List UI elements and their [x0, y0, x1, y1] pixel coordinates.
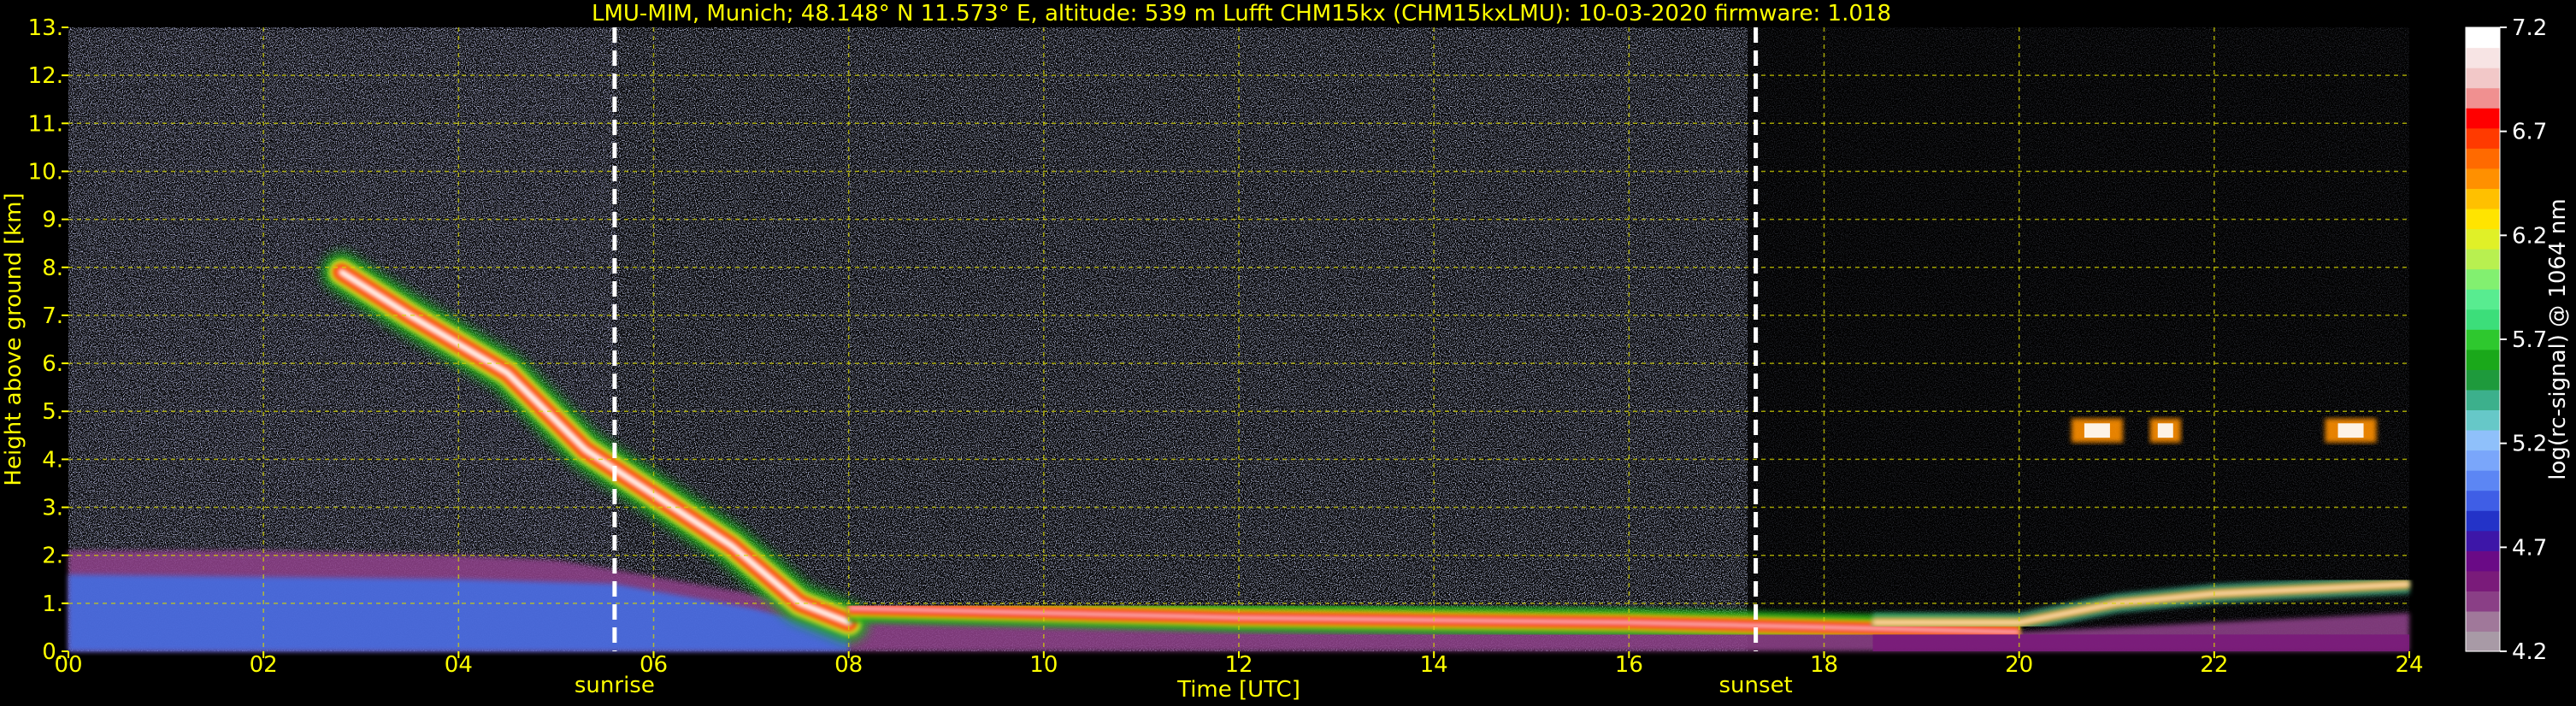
x-tick-label: 02 [250, 652, 278, 678]
colorbar-swatch [2466, 409, 2500, 431]
y-tick-label: 0. [42, 639, 63, 665]
colorbar-tick-label: 5.2 [2512, 432, 2547, 457]
mid-cloud-core [2157, 423, 2173, 438]
colorbar-label: log(rc-signal) @ 1064 nm [2545, 198, 2571, 479]
y-tick-label: 13. [28, 15, 63, 41]
x-tick-label: 10 [1029, 652, 1058, 678]
plot-area [68, 27, 2410, 651]
colorbar-swatch [2466, 27, 2500, 49]
x-tick-label: 12 [1224, 652, 1253, 678]
colorbar-swatch [2466, 127, 2500, 149]
colorbar-tick-label: 7.2 [2512, 15, 2547, 41]
x-tick-label: 24 [2395, 652, 2423, 678]
x-tick-label: 18 [1810, 652, 1838, 678]
colorbar-swatch [2466, 550, 2500, 572]
colorbar-swatch [2466, 490, 2500, 511]
y-tick-label: 1. [42, 591, 63, 617]
y-tick-label: 2. [42, 544, 63, 569]
colorbar-tick-label: 5.7 [2512, 327, 2547, 353]
colorbar-swatch [2466, 450, 2500, 471]
mid-cloud-core [2084, 423, 2110, 438]
x-tick-label: 22 [2200, 652, 2228, 678]
colorbar-swatch [2466, 168, 2500, 189]
y-axis-ticks: 0. 1. 2. 3. 4. 5. 6. 7. 8. 9. 10. 11. 12. 13. [28, 15, 68, 665]
x-tick-label: 16 [1615, 652, 1643, 678]
colorbar-swatch [2466, 309, 2500, 330]
colorbar-swatch [2466, 68, 2500, 89]
colorbar-tick-label: 4.2 [2512, 639, 2547, 665]
x-tick-label: 14 [1420, 652, 1448, 678]
colorbar-swatch [2466, 289, 2500, 310]
colorbar-swatch [2466, 228, 2500, 250]
sun-marker-label: sunset [1719, 673, 1793, 698]
y-tick-label: 11. [28, 111, 63, 137]
y-tick-label: 9. [42, 208, 63, 233]
colorbar-swatch [2466, 570, 2500, 591]
y-tick-label: 3. [42, 496, 63, 521]
ceilometer-chart: LMU-MIM, Munich; 48.148° N 11.573° E, al… [1, 1, 2571, 703]
colorbar-tick-label: 4.7 [2512, 535, 2547, 561]
x-axis-ticks: 00 02 04 06 08 10 12 14 16 18 20 22 24 [54, 651, 2424, 678]
colorbar-swatch [2466, 188, 2500, 209]
y-tick-label: 7. [42, 303, 63, 329]
x-tick-label: 08 [834, 652, 863, 678]
y-tick-label: 8. [42, 256, 63, 281]
colorbar-swatch [2466, 610, 2500, 632]
y-tick-label: 10. [28, 159, 63, 185]
colorbar-swatch [2466, 47, 2500, 68]
y-tick-label: 4. [42, 447, 63, 473]
y-tick-label: 6. [42, 351, 63, 377]
colorbar-swatch [2466, 208, 2500, 230]
x-tick-label: 20 [2005, 652, 2033, 678]
x-tick-label: 04 [445, 652, 473, 678]
evening-surface-layer [1872, 634, 2409, 651]
y-axis-label: Height above ground [km] [1, 192, 27, 485]
colorbar-swatch [2466, 429, 2500, 451]
x-axis-label: Time [UTC] [1176, 677, 1300, 703]
colorbar-swatch [2466, 470, 2500, 491]
mid-cloud-core [2337, 423, 2364, 438]
colorbar-swatch [2466, 108, 2500, 129]
y-tick-label: 12. [28, 63, 63, 89]
sun-marker-label: sunrise [575, 673, 655, 698]
colorbar-swatch [2466, 148, 2500, 169]
colorbar-swatch [2466, 87, 2500, 109]
colorbar-swatch [2466, 530, 2500, 551]
night-mask-evening [1748, 27, 2409, 651]
colorbar-swatch [2466, 631, 2500, 652]
colorbar-tick-label: 6.2 [2512, 223, 2547, 249]
colorbar-swatch [2466, 329, 2500, 350]
colorbar-swatch [2466, 249, 2500, 270]
colorbar-swatch [2466, 591, 2500, 612]
colorbar-swatch [2466, 369, 2500, 391]
y-tick-label: 5. [42, 399, 63, 425]
colorbar-swatch [2466, 349, 2500, 370]
chart-title: LMU-MIM, Munich; 48.148° N 11.573° E, al… [592, 1, 1891, 26]
colorbar: 4.2 4.7 5.2 5.7 6.2 6.7 7.2 [2465, 15, 2547, 665]
colorbar-swatch [2466, 510, 2500, 532]
colorbar-tick-label: 6.7 [2512, 120, 2547, 145]
colorbar-swatch [2466, 389, 2500, 411]
colorbar-swatch [2466, 268, 2500, 290]
